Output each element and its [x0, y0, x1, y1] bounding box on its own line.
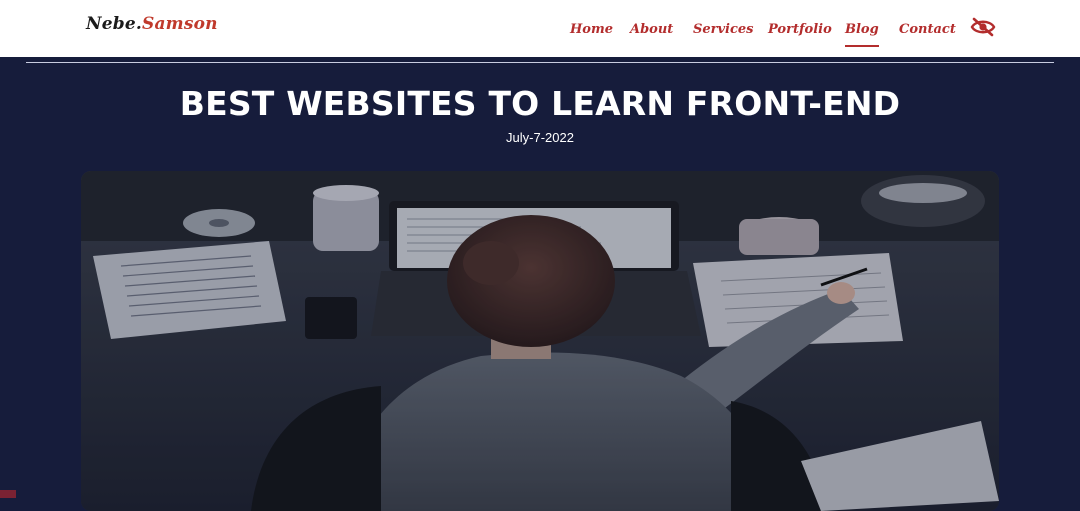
corner-accent: [0, 490, 16, 498]
nav-portfolio[interactable]: Portfolio: [768, 22, 832, 37]
header-divider: [26, 62, 1054, 63]
nav-services[interactable]: Services: [693, 22, 754, 37]
site-header: Nebe.Samson Home About Services Portfoli…: [0, 0, 1080, 57]
nav-contact[interactable]: Contact: [899, 22, 956, 37]
eye-slash-icon[interactable]: [970, 17, 996, 37]
main-nav: Home About Services Portfolio Blog Conta…: [0, 22, 1080, 47]
nav-home[interactable]: Home: [570, 22, 613, 37]
nav-about[interactable]: About: [630, 22, 673, 37]
post-date: July-7-2022: [506, 130, 574, 145]
post-title: BEST WEBSITES TO LEARN FRONT-END: [179, 84, 901, 123]
nav-blog[interactable]: Blog: [845, 22, 879, 47]
hero-image: [81, 171, 999, 511]
